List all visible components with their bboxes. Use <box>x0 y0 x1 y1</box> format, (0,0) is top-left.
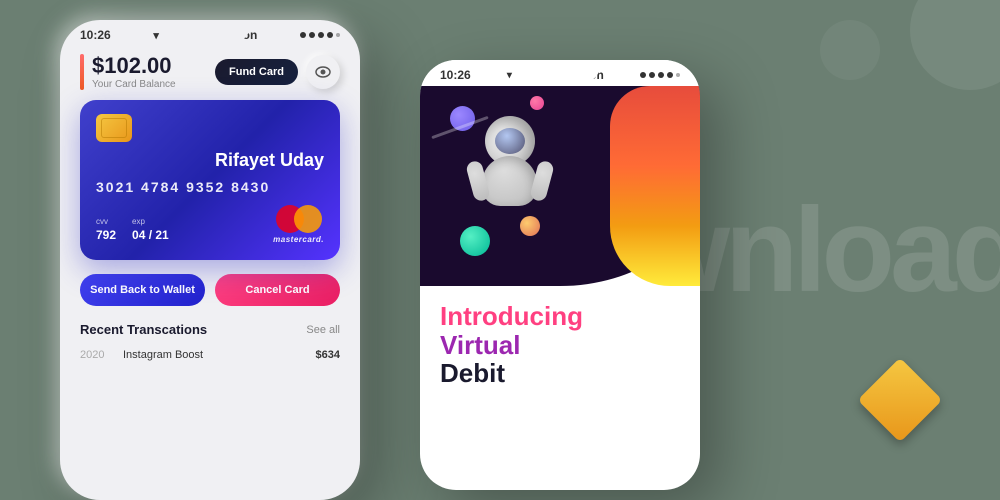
signal-left: ▾ <box>153 29 159 42</box>
intro-line-3: Debit <box>440 359 680 388</box>
card-chip-icon <box>96 114 132 142</box>
signal-dots-left <box>300 32 340 38</box>
phone-right: 10:26 ▾ Telemoon <box>420 60 700 490</box>
astronaut-body <box>482 156 537 206</box>
see-all-link[interactable]: See all <box>306 324 340 336</box>
astronaut-arm-right <box>529 160 555 203</box>
signal-dots-right <box>640 72 680 78</box>
card-details: cvv 792 exp 04 / 21 mastercard. <box>96 205 324 244</box>
balance-label: Your Card Balance <box>92 79 176 90</box>
time-right: 10:26 <box>440 68 471 82</box>
illustration-area <box>420 86 700 286</box>
fund-card-button[interactable]: Fund Card <box>215 59 298 85</box>
action-buttons: Send Back to Wallet Cancel Card <box>80 274 340 306</box>
balance-bar <box>80 54 84 90</box>
transaction-name: Instagram Boost <box>115 349 316 361</box>
phone-left-content: $102.00 Your Card Balance Fund Card Rifa… <box>60 46 360 365</box>
notch-right <box>520 60 600 82</box>
exp-value: 04 / 21 <box>132 228 169 242</box>
card-exp: exp 04 / 21 <box>132 217 169 244</box>
balance-info: $102.00 Your Card Balance <box>80 54 176 90</box>
notch-left <box>170 20 250 42</box>
intro-heading: Introducing Virtual Debit <box>440 302 680 388</box>
card-number: 3021 4784 9352 8430 <box>96 179 324 195</box>
intro-line-1: Introducing <box>440 302 680 331</box>
mastercard-label: mastercard. <box>273 235 324 244</box>
time-left: 10:26 <box>80 28 111 42</box>
diamond-icon <box>870 370 940 440</box>
toggle-visibility-button[interactable] <box>306 55 340 89</box>
transaction-amount: $634 <box>316 349 340 361</box>
credit-card: Rifayet Uday 3021 4784 9352 8430 cvv 792… <box>80 100 340 260</box>
intro-line-2: Virtual <box>440 331 680 360</box>
intro-text-area: Introducing Virtual Debit <box>420 286 700 398</box>
cvv-label: cvv <box>96 217 116 226</box>
card-cvv-exp: cvv 792 exp 04 / 21 <box>96 217 169 244</box>
phone-left: 10:26 ▾ Telemoon $102.00 Your Card Balan… <box>60 20 360 500</box>
deco-circle-2 <box>820 20 880 80</box>
exp-label: exp <box>132 217 169 226</box>
table-row: 2020 Instagram Boost $634 <box>80 345 340 365</box>
transactions-header: Recent Transcations See all <box>80 322 340 337</box>
balance-actions: Fund Card <box>215 55 340 89</box>
transactions-title: Recent Transcations <box>80 322 207 337</box>
planet-pink <box>530 96 544 110</box>
astronaut-illustration <box>470 116 550 236</box>
balance-section: $102.00 Your Card Balance Fund Card <box>80 46 340 100</box>
color-blob <box>610 86 700 286</box>
send-to-wallet-button[interactable]: Send Back to Wallet <box>80 274 205 306</box>
cvv-value: 792 <box>96 228 116 242</box>
card-cvv: cvv 792 <box>96 217 116 244</box>
deco-circle-1 <box>910 0 1000 90</box>
balance-amount: $102.00 <box>92 54 176 78</box>
signal-right: ▾ <box>507 70 512 81</box>
mastercard-circles <box>276 205 322 233</box>
card-holder-name: Rifayet Uday <box>96 150 324 171</box>
cancel-card-button[interactable]: Cancel Card <box>215 274 340 306</box>
transaction-year: 2020 <box>80 349 115 361</box>
mastercard-logo: mastercard. <box>273 205 324 244</box>
